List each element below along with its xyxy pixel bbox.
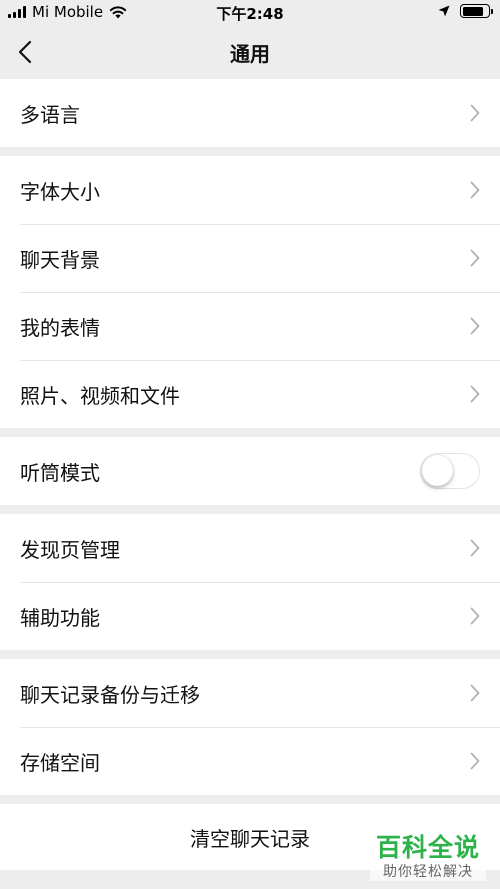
chevron-right-icon	[470, 317, 480, 335]
watermark-subtitle: 助你轻松解决	[383, 864, 473, 880]
row-label: 照片、视频和文件	[20, 383, 180, 408]
row-label: 多语言	[20, 102, 80, 127]
chevron-right-icon	[470, 607, 480, 625]
row-label: 字体大小	[20, 179, 100, 204]
chevron-right-icon	[470, 752, 480, 770]
page-title: 通用	[230, 42, 270, 66]
row-earpiece-mode: 听筒模式	[0, 437, 500, 505]
chevron-right-icon	[470, 684, 480, 702]
battery-icon	[460, 4, 493, 18]
row-my-stickers[interactable]: 我的表情	[0, 292, 500, 360]
chevron-right-icon	[470, 181, 480, 199]
chevron-right-icon	[470, 104, 480, 122]
status-bar: Mi Mobile 下午2:48	[0, 0, 500, 26]
row-label: 辅助功能	[20, 605, 100, 630]
row-chat-backup-migration[interactable]: 聊天记录备份与迁移	[0, 659, 500, 727]
settings-group-discover: 发现页管理 辅助功能	[0, 514, 500, 650]
status-time: 下午2:48	[216, 5, 284, 23]
nav-bar: 通用	[0, 26, 500, 78]
row-label: 发现页管理	[20, 537, 120, 562]
clear-chat-history-label: 清空聊天记录	[190, 826, 310, 851]
settings-group-earpiece: 听筒模式	[0, 437, 500, 505]
row-label: 听筒模式	[20, 460, 100, 485]
status-right	[438, 4, 493, 18]
row-label: 存储空间	[20, 750, 100, 775]
row-accessibility[interactable]: 辅助功能	[0, 582, 500, 650]
row-label: 聊天背景	[20, 247, 100, 272]
row-photos-videos-files[interactable]: 照片、视频和文件	[0, 360, 500, 428]
row-storage-space[interactable]: 存储空间	[0, 727, 500, 795]
row-discover-management[interactable]: 发现页管理	[0, 514, 500, 582]
chevron-right-icon	[470, 249, 480, 267]
row-language[interactable]: 多语言	[0, 79, 500, 147]
watermark-logo: 百科全说 助你轻松解决	[370, 833, 486, 881]
row-label: 我的表情	[20, 315, 100, 340]
earpiece-mode-toggle[interactable]	[420, 453, 480, 489]
row-font-size[interactable]: 字体大小	[0, 156, 500, 224]
row-chat-background[interactable]: 聊天背景	[0, 224, 500, 292]
settings-group-chat: 字体大小 聊天背景 我的表情 照片、视频和文件	[0, 156, 500, 428]
chevron-right-icon	[470, 385, 480, 403]
row-label: 聊天记录备份与迁移	[20, 682, 200, 707]
location-arrow-icon	[438, 5, 450, 17]
watermark-title: 百科全说	[375, 833, 480, 862]
settings-group-storage: 聊天记录备份与迁移 存储空间	[0, 659, 500, 795]
chevron-right-icon	[470, 539, 480, 557]
settings-group-language: 多语言	[0, 79, 500, 147]
toggle-knob	[422, 455, 453, 486]
